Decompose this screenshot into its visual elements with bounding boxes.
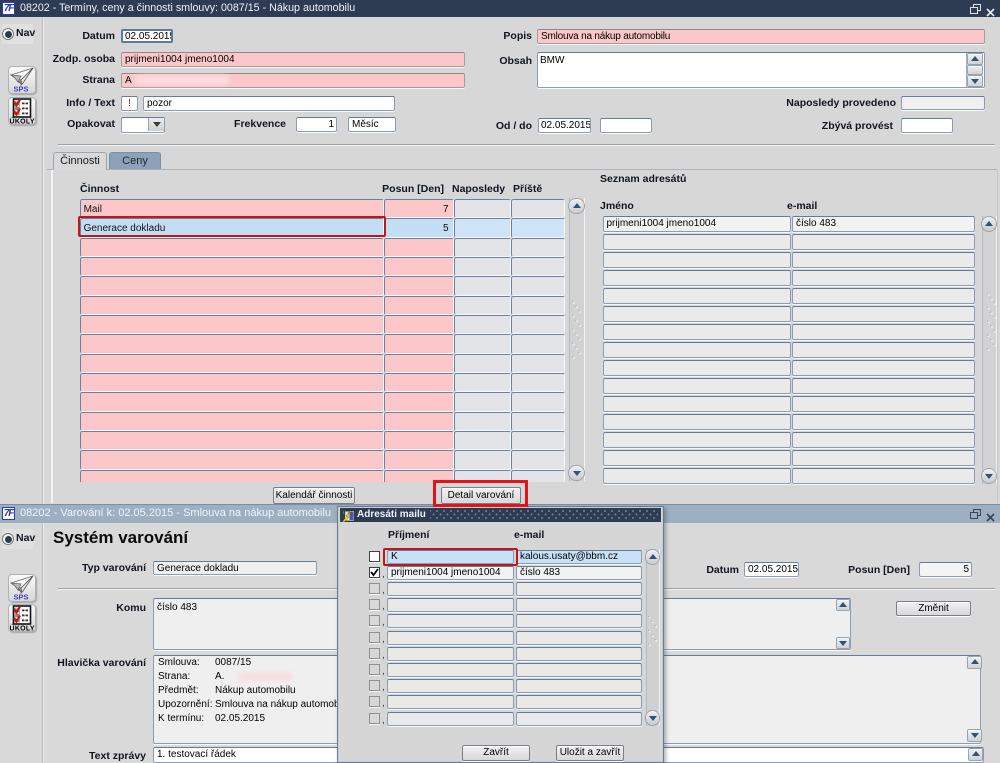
svg-text:ÚKOLY: ÚKOLY [10,624,35,632]
svg-text:SPS: SPS [14,593,29,602]
